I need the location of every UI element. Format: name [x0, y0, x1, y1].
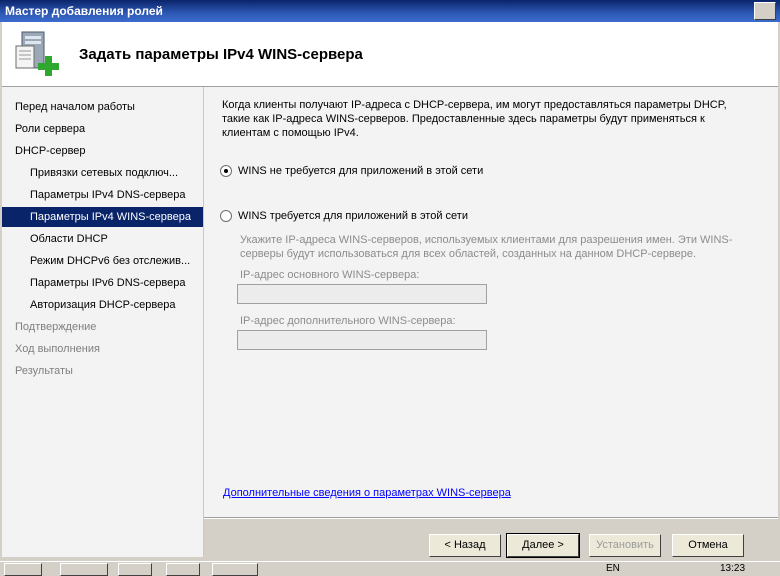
- title-bar: Мастер добавления ролей: [0, 0, 780, 22]
- start-button[interactable]: [4, 563, 42, 576]
- secondary-wins-label: IP-адрес дополнительного WINS-сервера:: [240, 315, 456, 327]
- radio-required[interactable]: [220, 210, 232, 222]
- wins-hint-text: Укажите IP-адреса WINS-серверов, использ…: [240, 234, 733, 260]
- primary-wins-field[interactable]: [237, 284, 487, 304]
- intro-text: Когда клиенты получают IP-адреса с DHCP-…: [222, 99, 727, 139]
- next-button[interactable]: Далее >: [506, 533, 580, 558]
- taskbar-app-server-manager[interactable]: [60, 563, 108, 576]
- taskbar-app-explorer[interactable]: [166, 563, 200, 576]
- nav-item-dhcp-authorization[interactable]: Авторизация DHCP-сервера: [2, 295, 203, 315]
- taskbar-app-powershell[interactable]: [118, 563, 152, 576]
- radio-not-required[interactable]: [220, 165, 232, 177]
- nav-item-ipv4-dns[interactable]: Параметры IPv4 DNS-сервера: [2, 185, 203, 205]
- primary-wins-label: IP-адрес основного WINS-сервера:: [240, 269, 420, 281]
- cancel-button[interactable]: Отмена: [672, 534, 744, 557]
- nav-item-confirmation: Подтверждение: [15, 321, 97, 333]
- wins-not-required-label: WINS не требуется для приложений в этой …: [238, 165, 484, 177]
- nav-item-dhcp-scopes[interactable]: Области DHCP: [2, 229, 203, 249]
- wizard-header: Задать параметры IPv4 WINS-сервера: [2, 22, 778, 87]
- nav-item-progress: Ход выполнения: [15, 343, 100, 355]
- wins-required-label: WINS требуется для приложений в этой сет…: [238, 210, 468, 222]
- nav-item-results: Результаты: [15, 365, 73, 377]
- window-title: Мастер добавления ролей: [5, 4, 163, 18]
- nav-item-ipv6-dns[interactable]: Параметры IPv6 DNS-сервера: [2, 273, 203, 293]
- wizard-nav: Перед началом работы Роли сервера DHCP-с…: [2, 87, 204, 557]
- back-button[interactable]: < Назад: [429, 534, 501, 557]
- button-separator: [204, 517, 778, 519]
- page-title: Задать параметры IPv4 WINS-сервера: [79, 46, 363, 63]
- nav-item-network-bindings[interactable]: Привязки сетевых подключ...: [2, 163, 203, 183]
- close-button[interactable]: [754, 2, 776, 20]
- server-role-add-icon: [15, 31, 59, 76]
- nav-item-server-roles[interactable]: Роли сервера: [2, 119, 203, 139]
- taskbar-app-paint[interactable]: [212, 563, 258, 576]
- nav-item-ipv4-wins[interactable]: Параметры IPv4 WINS-сервера: [2, 207, 203, 227]
- nav-item-dhcpv6-stateless[interactable]: Режим DHCPv6 без отслежив...: [2, 251, 203, 271]
- install-button: Установить: [589, 534, 661, 557]
- clock: 13:23: [720, 563, 746, 574]
- taskbar: EN 13:23: [0, 561, 780, 576]
- nav-item-dhcp-server[interactable]: DHCP-сервер: [2, 141, 203, 161]
- wizard-content: Когда клиенты получают IP-адреса с DHCP-…: [204, 87, 778, 517]
- more-info-link[interactable]: Дополнительные сведения о параметрах WIN…: [223, 487, 511, 499]
- nav-item-before-you-begin[interactable]: Перед началом работы: [2, 97, 203, 117]
- secondary-wins-field[interactable]: [237, 330, 487, 350]
- language-indicator[interactable]: EN: [606, 563, 620, 574]
